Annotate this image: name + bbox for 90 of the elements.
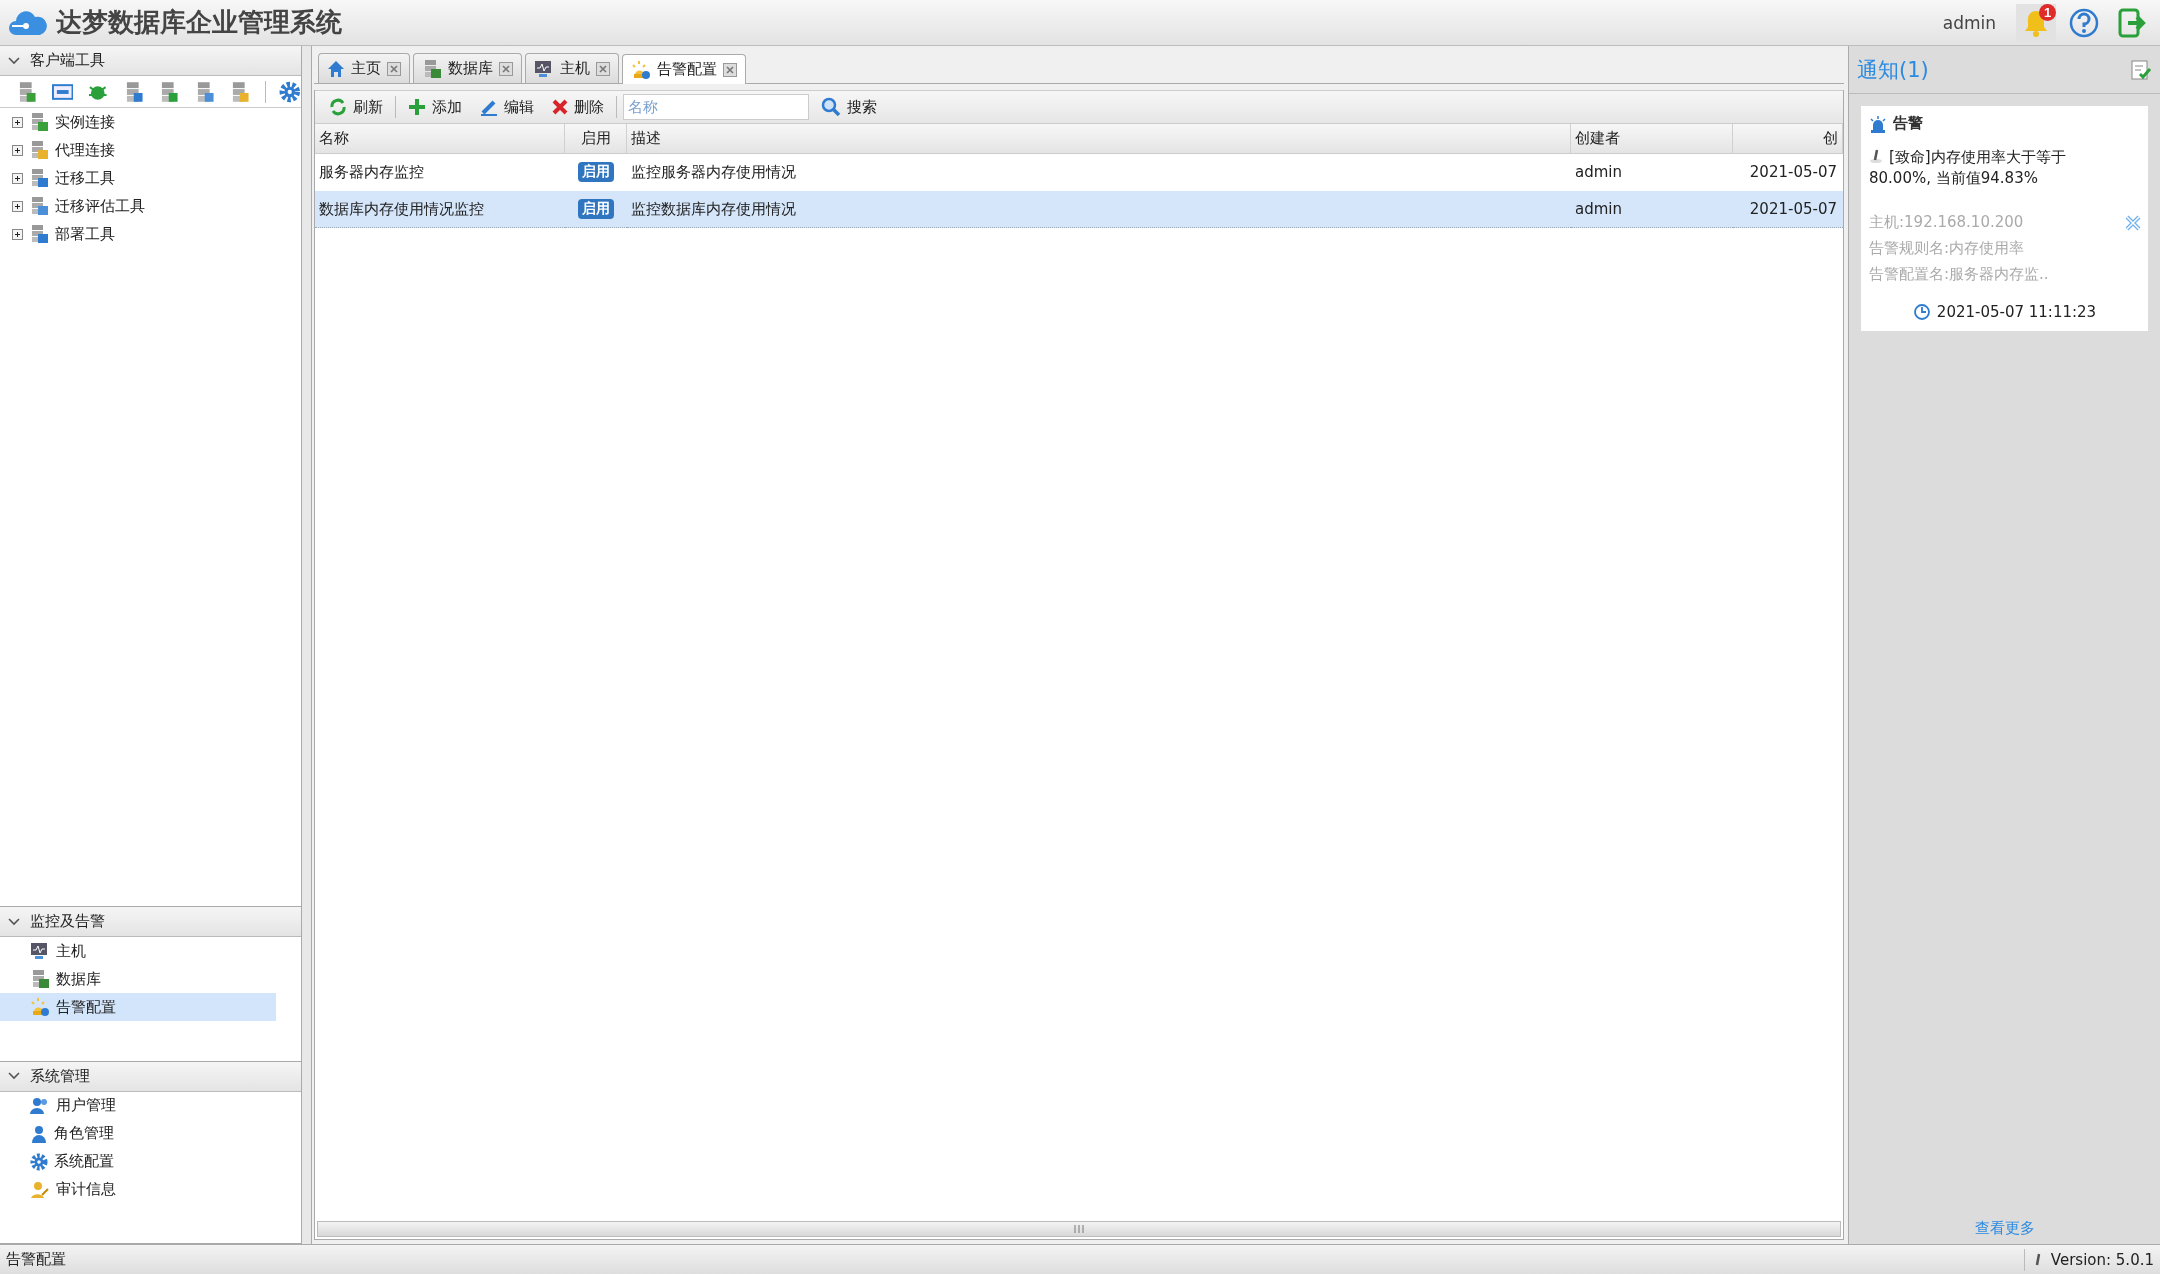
notification-title: 通知(1) [1857, 56, 1929, 84]
chevron-icon[interactable] [8, 56, 20, 65]
column-header[interactable]: 创 [1733, 124, 1843, 154]
toolbar-button[interactable]: 编辑 [474, 95, 540, 119]
expand-icon[interactable] [12, 144, 23, 156]
nav-item[interactable]: 系统配置 [0, 1147, 276, 1176]
settings-icon [30, 1152, 48, 1171]
section-header[interactable]: 系统管理 [0, 1061, 301, 1092]
column-header[interactable]: 启用 [565, 124, 627, 154]
grip-icon[interactable] [1074, 1225, 1084, 1233]
person-icon [30, 1124, 48, 1143]
database-icon [29, 112, 49, 132]
close-icon[interactable] [2124, 214, 2142, 232]
column-header[interactable]: 名称 [315, 124, 565, 154]
clock-icon [1912, 303, 1931, 321]
table-cell: admin [1571, 191, 1733, 228]
toolbar-button[interactable]: 删除 [546, 95, 610, 119]
close-icon[interactable] [387, 61, 401, 76]
search-field[interactable]: 名称 [623, 94, 809, 120]
status-badge: 启用 [578, 162, 614, 182]
users-icon [30, 1096, 50, 1115]
close-icon[interactable] [723, 62, 737, 77]
bell-icon [2023, 8, 2049, 37]
app-title: 达梦数据库企业管理系统 [56, 6, 343, 39]
expand-icon[interactable] [12, 116, 23, 128]
tab[interactable]: 主页 [318, 53, 410, 83]
notification-button[interactable]: 1 [2016, 3, 2056, 42]
close-icon[interactable] [499, 61, 513, 76]
home-icon [327, 59, 345, 78]
search-button[interactable]: 搜索 [815, 95, 883, 119]
tab[interactable]: 主机 [525, 53, 619, 83]
section-header[interactable]: 监控及告警 [0, 907, 301, 938]
notification-detail: 告警规则名:内存使用率 [1869, 238, 2026, 259]
expand-icon[interactable] [12, 200, 23, 212]
chevron-icon[interactable] [8, 917, 20, 926]
section-header[interactable]: 客户端工具 [0, 46, 301, 76]
notification-category: 告警 [1893, 114, 1923, 133]
notification-detail: 主机:192.168.10.200 [1869, 212, 2025, 233]
nav-item[interactable]: 审计信息 [0, 1175, 276, 1204]
user-edit-icon [30, 1180, 50, 1199]
database-icon [29, 168, 49, 188]
mark-read-icon[interactable] [2130, 58, 2152, 81]
nav-item[interactable]: 告警配置 [0, 993, 276, 1022]
tab[interactable]: 告警配置 [622, 54, 746, 84]
tree-item[interactable]: 部署工具 [0, 220, 276, 248]
expand-icon[interactable] [12, 228, 23, 240]
notification-time: 2021-05-07 11:11:23 [1936, 303, 2097, 321]
table-cell: 监控数据库内存使用情况 [627, 191, 1571, 228]
column-header[interactable]: 创建者 [1571, 124, 1733, 154]
alarm-light-icon [631, 59, 651, 80]
tab[interactable]: 数据库 [413, 53, 522, 83]
status-text: 告警配置 [6, 1250, 66, 1269]
nav-item[interactable]: 主机 [0, 937, 276, 966]
toolbar-button[interactable]: 刷新 [323, 95, 389, 119]
nav-item[interactable]: 数据库 [0, 965, 276, 994]
column-header[interactable]: 描述 [627, 124, 1571, 154]
cross-icon [552, 99, 568, 115]
tree-item[interactable]: 迁移评估工具 [0, 192, 276, 220]
database-icon [29, 140, 49, 160]
chevron-icon[interactable] [8, 1072, 20, 1081]
notification-message: [致命]内存使用率大于等于80.00%, 当前值94.83% [1869, 147, 2067, 189]
database-icon [30, 969, 50, 990]
database-icon [29, 224, 49, 244]
expand-icon[interactable] [12, 172, 23, 184]
info-icon [1869, 148, 1883, 164]
close-icon[interactable] [596, 61, 610, 76]
tree-item[interactable]: 迁移工具 [0, 164, 276, 192]
tree-item[interactable]: 实例连接 [0, 108, 276, 136]
table-cell: 数据库内存使用情况监控 [315, 191, 565, 228]
database-icon [422, 58, 442, 79]
tree-item[interactable]: 代理连接 [0, 136, 276, 164]
monitor-icon [30, 942, 50, 961]
cloud-logo [8, 8, 48, 37]
monitor-icon [534, 59, 554, 78]
notification-badge: 1 [2039, 3, 2056, 21]
toolbar-button[interactable]: 添加 [402, 95, 468, 119]
status-badge: 启用 [578, 199, 614, 219]
nav-item[interactable]: 角色管理 [0, 1119, 276, 1148]
siren-icon [1869, 114, 1887, 133]
nav-item[interactable]: 用户管理 [0, 1091, 276, 1120]
notification-detail: 告警配置名:服务器内存监.. [1869, 264, 2050, 285]
pencil-icon [480, 98, 498, 116]
version-text: Version: 5.0.1 [2050, 1250, 2154, 1269]
plus-icon [408, 98, 426, 116]
scrollbar[interactable] [317, 1221, 1841, 1237]
table-cell: 2021-05-07 [1733, 191, 1843, 228]
user-name: admin [1942, 12, 1996, 33]
alarm-light-icon [30, 997, 50, 1018]
database-icon [29, 196, 49, 216]
refresh-icon [329, 98, 347, 116]
